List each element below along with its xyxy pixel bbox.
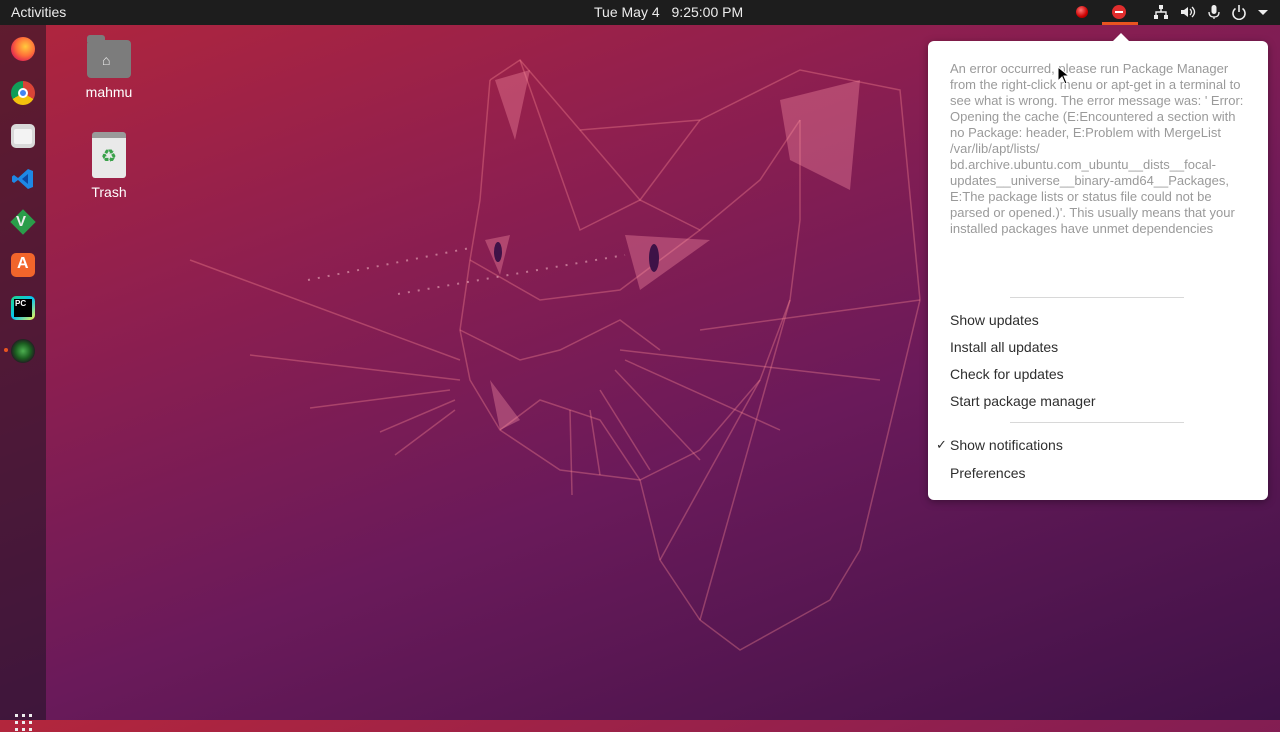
clock-date: Tue May 4 [594,4,660,20]
menu-separator [1010,422,1184,423]
pycharm-icon[interactable]: PC [11,296,35,320]
show-updates-item[interactable]: Show updates [950,312,1039,328]
show-applications-icon[interactable] [15,714,33,732]
trash-label: Trash [91,184,127,200]
folder-icon: ⌂ [87,35,131,78]
menu-separator [1010,297,1184,298]
clock-button[interactable]: Tue May 4 9:25:00 PM [594,4,743,20]
chevron-down-icon[interactable] [1255,4,1271,20]
activities-button[interactable]: Activities [11,4,66,20]
update-menu-popup: An error occurred, please run Package Ma… [928,33,1268,500]
microphone-icon[interactable] [1206,4,1222,20]
house-icon: ⌂ [102,52,111,68]
trash-desktop-icon[interactable]: ♻ Trash [69,132,149,200]
ubuntu-software-icon[interactable]: A [11,253,35,277]
update-error-icon[interactable] [1112,5,1126,19]
home-folder-icon[interactable]: ⌂ mahmu [69,35,149,100]
volume-icon[interactable] [1180,4,1196,20]
start-package-manager-item[interactable]: Start package manager [950,393,1096,409]
trash-icon: ♻ [92,132,126,178]
camera-icon[interactable] [11,339,35,363]
preferences-item[interactable]: Preferences [950,465,1025,481]
chrome-icon[interactable] [11,81,35,105]
mouse-cursor-icon [1058,67,1070,85]
active-indicator [1102,22,1138,25]
vim-icon[interactable]: V [10,209,36,235]
dock: V A PC [0,25,46,731]
power-icon[interactable] [1231,4,1247,20]
install-all-updates-item[interactable]: Install all updates [950,339,1058,355]
files-icon[interactable] [11,124,35,148]
vscode-icon[interactable] [11,167,35,191]
show-notifications-item[interactable]: Show notifications [950,437,1063,453]
clock-time: 9:25:00 PM [671,4,744,20]
firefox-icon[interactable] [11,37,35,61]
recycle-icon: ♻ [100,146,118,166]
checkmark-icon: ✓ [936,437,947,452]
record-indicator-icon[interactable] [1076,6,1088,18]
check-for-updates-item[interactable]: Check for updates [950,366,1064,382]
network-icon[interactable] [1153,4,1169,20]
running-indicator [4,348,8,352]
error-message: An error occurred, please run Package Ma… [950,61,1244,236]
home-folder-label: mahmu [85,84,133,100]
top-bar: Activities Tue May 4 9:25:00 PM [0,0,1280,25]
